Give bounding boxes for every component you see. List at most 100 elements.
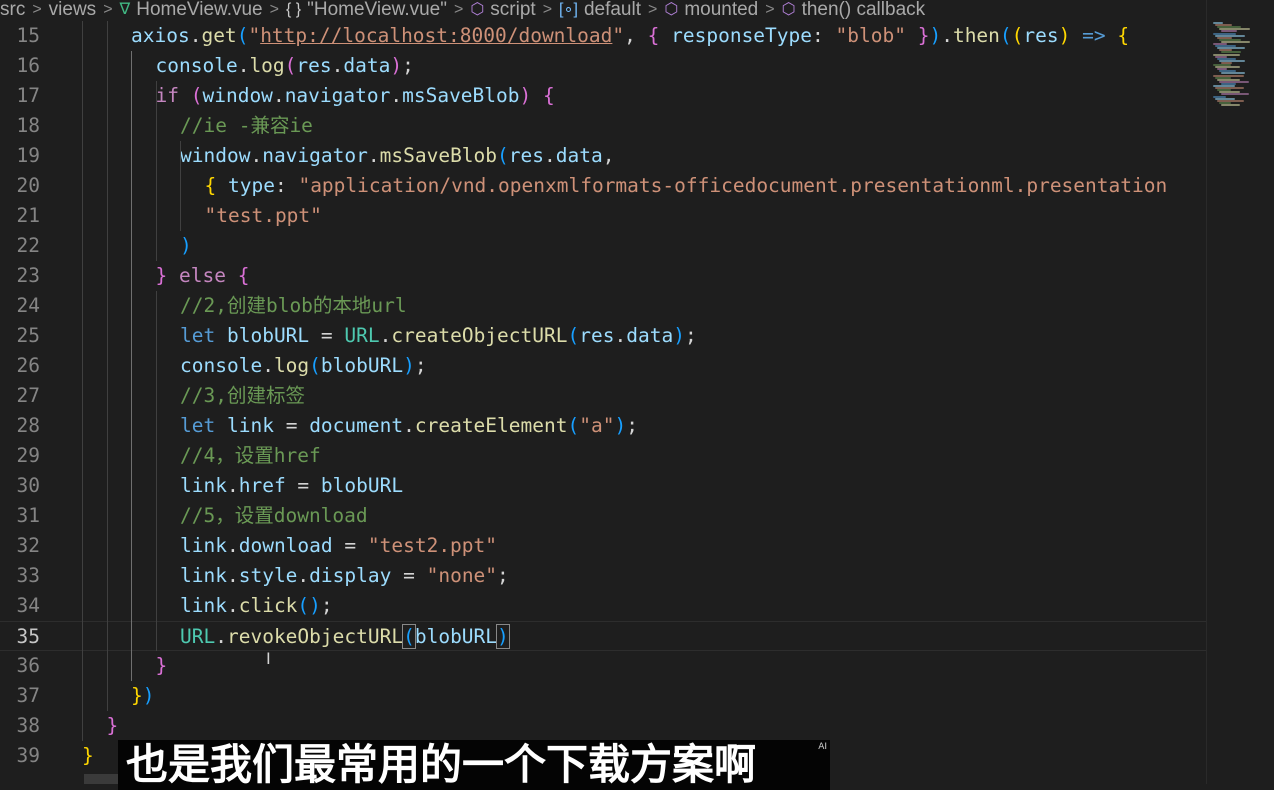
code-token: click: [238, 594, 298, 617]
code-token: link: [226, 414, 274, 437]
code-token: responseType: [671, 24, 813, 47]
code-token: "test.ppt": [204, 204, 322, 227]
breadcrumb-item[interactable]: views: [49, 0, 97, 19]
code-token: //3,创建标签: [180, 384, 305, 407]
code-text: window.navigator.msSaveBlob(res.data,: [180, 141, 614, 171]
code-text: link.href = blobURL: [180, 471, 403, 501]
line-number: 38: [16, 714, 40, 737]
code-line[interactable]: 30 link.href = blobURL: [0, 471, 1206, 501]
indent-guide: [155, 291, 157, 651]
code-token: .: [331, 54, 344, 77]
line-number: 19: [16, 144, 40, 167]
code-token: "application/vnd.openxmlformats-officedo…: [298, 174, 1168, 197]
breadcrumb-separator-icon: >: [103, 1, 113, 18]
code-token: style: [238, 564, 298, 587]
breadcrumb-separator-icon: >: [453, 1, 464, 18]
breadcrumb-item[interactable]: src: [0, 0, 25, 19]
code-text: let link = document.createElement("a");: [180, 411, 638, 441]
code-token: }: [155, 654, 168, 677]
horizontal-scrollbar[interactable]: [84, 774, 118, 784]
code-line[interactable]: 35 URL.revokeObjectURL(blobURL): [0, 621, 1206, 651]
code-editor[interactable]: 15 axios.get("http://localhost:8000/downl…: [0, 20, 1206, 784]
code-token: =>: [1082, 24, 1106, 47]
code-line[interactable]: 17 if (window.navigator.msSaveBlob) {: [0, 81, 1206, 111]
cube-icon: ⬡: [664, 1, 679, 18]
breadcrumb-separator-icon: >: [32, 1, 42, 18]
code-token: data: [626, 324, 674, 347]
code-line[interactable]: 32 link.download = "test2.ppt": [0, 531, 1206, 561]
code-line[interactable]: 22): [0, 231, 1206, 261]
code-token: (: [999, 24, 1012, 47]
code-text: //4，设置href: [180, 441, 321, 471]
line-number: 31: [16, 504, 40, 527]
code-token: =: [285, 474, 321, 497]
code-token: ): [142, 684, 155, 707]
code-token: navigator: [262, 144, 368, 167]
code-token: .: [297, 564, 310, 587]
code-line[interactable]: 23} else {: [0, 261, 1206, 291]
code-line[interactable]: 29 //4，设置href: [0, 441, 1206, 471]
code-token: }: [155, 264, 168, 287]
minimap[interactable]: [1206, 0, 1274, 784]
code-text: console.log(res.data);: [156, 51, 414, 81]
code-line[interactable]: 26 console.log(blobURL);: [0, 351, 1206, 381]
code-token: =: [273, 414, 310, 437]
code-token: }: [82, 744, 94, 767]
code-token: ;: [320, 594, 333, 617]
code-token: .: [614, 324, 627, 347]
line-number: 24: [16, 294, 40, 317]
breadcrumb-item[interactable]: ∇ HomeView.vue: [120, 0, 263, 19]
cube-icon: ⬡: [470, 1, 485, 18]
code-token: .: [367, 144, 380, 167]
line-number: 29: [16, 444, 40, 467]
braces-icon: { }: [285, 1, 302, 18]
code-token: ;: [414, 354, 427, 377]
code-token: ): [309, 594, 321, 617]
code-token: (: [236, 24, 249, 47]
breadcrumb-item[interactable]: ⬡ then() callback: [782, 0, 926, 19]
breadcrumb-item[interactable]: ⬡ script: [470, 0, 535, 19]
code-line[interactable]: 33 link.style.display = "none";: [0, 561, 1206, 591]
video-subtitle: 也是我们最常用的一个下载方案啊 AI: [118, 740, 830, 790]
code-line[interactable]: 37}): [0, 681, 1206, 711]
breadcrumb-item[interactable]: [∘] default: [559, 0, 641, 20]
code-line[interactable]: 28 let link = document.createElement("a")…: [0, 411, 1206, 441]
code-token: (: [284, 54, 297, 77]
breadcrumb-separator-icon: >: [542, 1, 553, 18]
code-line[interactable]: 34 link.click();: [0, 591, 1206, 621]
code-text: //2,创建blob的本地url: [180, 291, 407, 321]
code-line[interactable]: 15 axios.get("http://localhost:8000/downl…: [0, 21, 1206, 51]
breadcrumb-label: "HomeView.vue": [307, 0, 447, 20]
breadcrumb-label: default: [583, 0, 641, 20]
code-line[interactable]: 24 //2,创建blob的本地url: [0, 291, 1206, 321]
code-line[interactable]: 16 console.log(res.data);: [0, 51, 1206, 81]
code-text: //3,创建标签: [180, 381, 305, 411]
line-number: 15: [16, 24, 40, 47]
code-line[interactable]: 38}: [0, 711, 1206, 741]
breadcrumb-item[interactable]: ⬡ mounted: [664, 0, 758, 19]
code-token: navigator: [284, 84, 391, 107]
code-line[interactable]: 31 //5，设置download: [0, 501, 1206, 531]
code-line[interactable]: 25 let blobURL = URL.createObjectURL(res.…: [0, 321, 1206, 351]
code-line[interactable]: 18 //ie -兼容ie: [0, 111, 1206, 141]
breadcrumb-item[interactable]: { } "HomeView.vue": [285, 0, 447, 20]
code-line[interactable]: 27 //3,创建标签: [0, 381, 1206, 411]
code-token: .: [226, 534, 239, 557]
code-token: (: [567, 414, 580, 437]
code-token: link: [180, 474, 227, 497]
code-text: "test.ppt": [205, 201, 322, 231]
line-number: 33: [16, 564, 40, 587]
code-token: {: [543, 84, 555, 107]
code-token: .: [226, 474, 239, 497]
code-token: .: [189, 24, 202, 47]
code-line[interactable]: 36}: [0, 651, 1206, 681]
code-token: (: [497, 144, 509, 167]
code-text: { type: "application/vnd.openxmlformats-…: [205, 171, 1168, 201]
breadcrumb-separator-icon: >: [765, 1, 775, 18]
code-token: get: [201, 24, 237, 47]
code-token: log: [273, 354, 310, 377]
